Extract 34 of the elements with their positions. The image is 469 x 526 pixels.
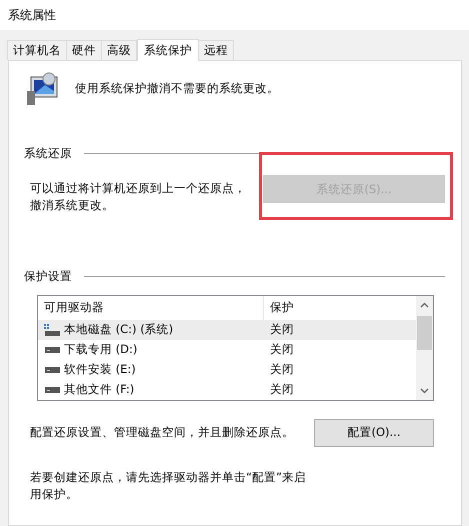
drive-icon [44,386,60,392]
intro-text: 使用系统保护撤消不需要的系统更改。 [75,80,279,98]
protection-status: 关闭 [269,340,294,358]
tab[interactable]: 远程 [198,40,234,60]
drive-row[interactable]: 其他文件 (F:) 关闭 [38,380,416,400]
scroll-up-icon[interactable] [420,302,429,308]
drive-icon [44,366,60,372]
protection-status: 关闭 [269,320,294,338]
drive-row[interactable]: 下载专用 (D:) 关闭 [38,340,416,360]
configure-text: 配置还原设置、管理磁盘空间，并且删除还原点。 [30,424,295,441]
drive-name: 软件安装 (E:) [64,360,136,378]
tab[interactable]: 系统保护 [137,39,199,61]
system-drive-icon [44,324,60,336]
description-text: 可以通过将计算机还原到上一个还原点，撤消系统更改。 [30,180,247,214]
drive-list[interactable]: 可用驱动器 保护 本地磁盘 (C:) (系统) 关闭 下载专用 (D:) 关闭 软件安装 (E:) 关闭 其他文件 (F:) 关闭 [37,294,434,400]
drive-name: 本地磁盘 (C:) (系统) [64,320,174,338]
drive-name: 下载专用 (D:) [64,340,138,358]
section-heading: 系统还原 [24,145,72,162]
drive-row[interactable]: 本地磁盘 (C:) (系统) 关闭 [38,320,416,340]
drive-icon [44,346,60,352]
scroll-thumb[interactable] [417,316,432,350]
tab[interactable]: 计算机名 [7,40,67,60]
protection-status: 关闭 [269,380,294,398]
drive-name: 其他文件 (F:) [64,380,134,398]
protection-status: 关闭 [269,360,294,378]
window-title: 系统属性 [8,7,56,24]
configure-button[interactable]: 配置(O)... [314,418,434,446]
column-header[interactable]: 保护 [264,298,294,316]
create-hint-text: 若要创建还原点，请先选择驱动器并单击“配置”来启用保护。 [29,468,307,502]
section-heading: 保护设置 [24,268,72,286]
tab[interactable]: 高级 [101,40,137,60]
scroll-down-icon[interactable] [420,388,429,394]
scrollbar[interactable] [416,296,433,400]
drive-row[interactable]: 软件安装 (E:) 关闭 [38,360,416,380]
